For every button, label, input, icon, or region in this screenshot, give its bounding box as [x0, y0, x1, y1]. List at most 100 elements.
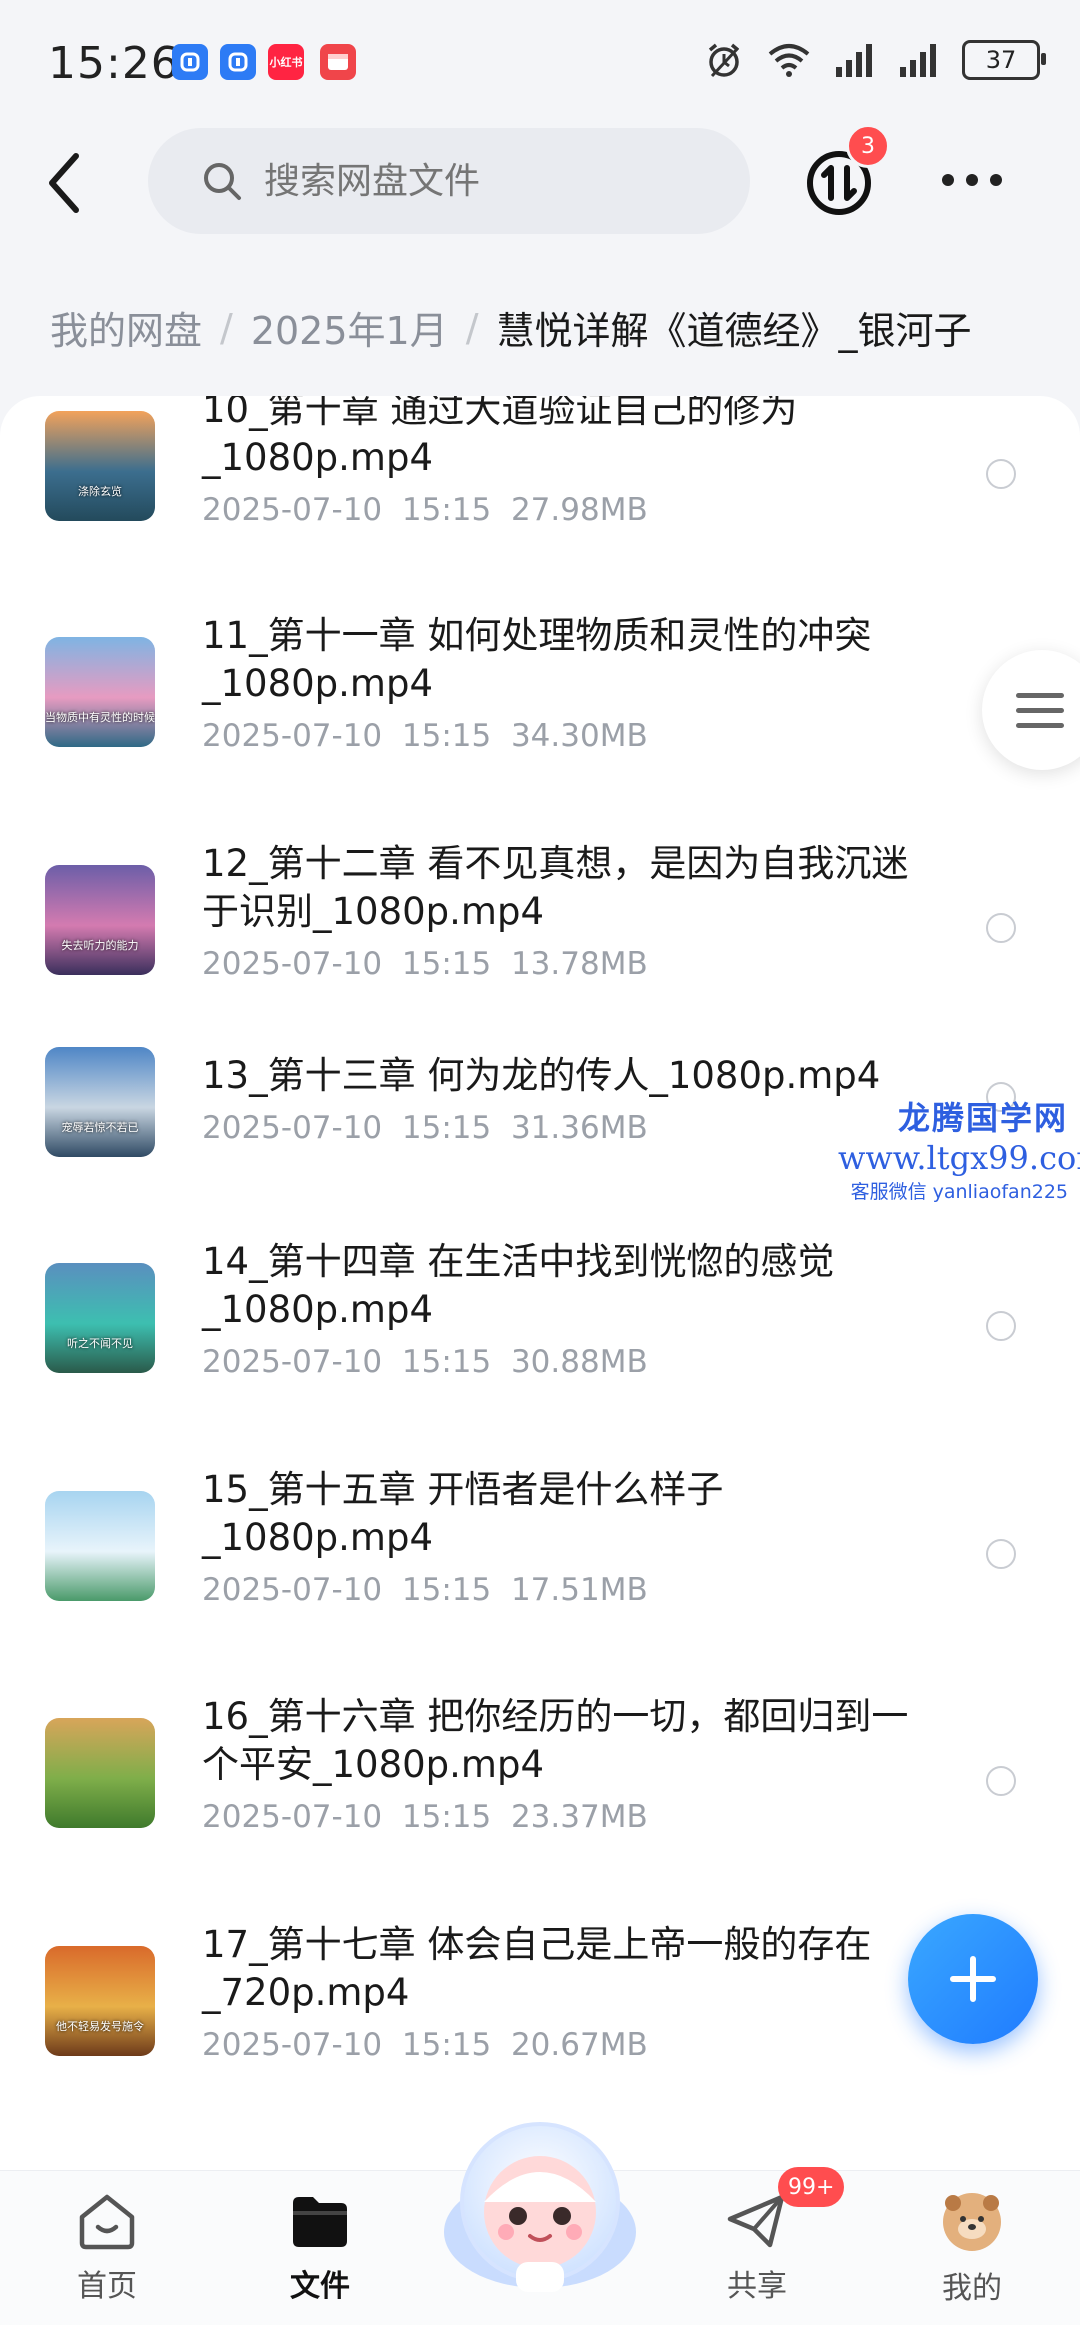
file-date: 2025-07-10: [202, 1110, 383, 1146]
file-row[interactable]: 当物质中有灵性的时候 11_第十一章 如何处理物质和灵性的冲突_1080p.mp4…: [0, 592, 1080, 820]
file-meta: 2025-07-10 15:15 23.37MB: [202, 1799, 648, 1835]
video-thumbnail: 失去听力的能力: [45, 865, 155, 975]
video-thumbnail: 他不轻易发号施令: [45, 1946, 155, 2056]
file-time: 15:15: [401, 1344, 492, 1380]
thumbnail-caption: 宠辱若惊不若已: [61, 1121, 139, 1134]
file-row[interactable]: 16_第十六章 把你经历的一切，都回归到一个平安_1080p.mp4 2025-0…: [0, 1673, 1080, 1901]
video-thumbnail: [45, 1491, 155, 1601]
video-thumbnail: 涤除玄览: [45, 411, 155, 521]
folder-icon: [293, 2197, 347, 2247]
file-time: 15:15: [401, 718, 492, 754]
file-meta: 2025-07-10 15:15 34.30MB: [202, 718, 648, 754]
file-row[interactable]: 涤除玄览 10_第十章 通过大道验证自己的修为_1080p.mp4 2025-07-…: [0, 396, 1080, 594]
select-checkbox[interactable]: [986, 1766, 1016, 1796]
file-name: 11_第十一章 如何处理物质和灵性的冲突_1080p.mp4: [202, 614, 872, 705]
file-time: 15:15: [401, 2027, 492, 2063]
thumbnail-caption: 当物质中有灵性的时候: [45, 711, 155, 724]
select-checkbox[interactable]: [986, 913, 1016, 943]
breadcrumb-separator: /: [465, 305, 479, 350]
file-date: 2025-07-10: [202, 2027, 383, 2063]
search-icon: [204, 163, 241, 200]
app-icon-blue-2: [220, 44, 256, 80]
watermark-title: 龙腾国学网: [897, 1099, 1068, 1137]
file-size: 23.37MB: [510, 1799, 648, 1835]
file-list: 涤除玄览 10_第十章 通过大道验证自己的修为_1080p.mp4 2025-07-…: [0, 396, 1080, 2176]
file-size: 30.88MB: [510, 1344, 648, 1380]
tab-mine[interactable]: 我的: [897, 2191, 1047, 2307]
file-row[interactable]: 听之不闻不见 14_第十四章 在生活中找到恍惚的感觉_1080p.mp4 2025-…: [0, 1218, 1080, 1446]
thumbnail-caption: 涤除玄览: [78, 485, 122, 498]
search-bar[interactable]: [148, 128, 750, 234]
file-meta: 2025-07-10 15:15 13.78MB: [202, 946, 648, 982]
xiaohongshu-icon: 小红书: [268, 44, 304, 80]
signal-icon-1: [836, 44, 872, 77]
file-time: 15:15: [401, 492, 492, 528]
thumbnail-caption: 失去听力的能力: [61, 939, 139, 952]
file-name: 12_第十二章 看不见真想，是因为自我沉迷于识别_1080p.mp4: [202, 842, 909, 933]
file-meta: 2025-07-10 15:15 30.88MB: [202, 1344, 648, 1380]
dot-icon: [990, 174, 1002, 186]
app-icon-blue-1: [172, 44, 208, 80]
tab-label: 我的: [942, 2271, 1002, 2306]
file-meta: 2025-07-10 15:15 31.36MB: [202, 1110, 648, 1146]
dot-icon: [942, 174, 954, 186]
file-name: 17_第十七章 体会自己是上帝一般的存在_720p.mp4: [202, 1923, 872, 2014]
more-menu-button[interactable]: [942, 174, 1002, 190]
app-icon-red: [320, 44, 356, 80]
tab-share[interactable]: 共享: [682, 2191, 832, 2305]
file-date: 2025-07-10: [202, 1344, 383, 1380]
status-right: 37: [704, 40, 1046, 80]
transfer-badge: 3: [846, 124, 890, 168]
file-name: 10_第十章 通过大道验证自己的修为_1080p.mp4: [202, 396, 798, 479]
watermark: 龙腾国学网 www.ltgx99.com 客服微信 yanliaofan225: [838, 1093, 1080, 1204]
file-meta: 2025-07-10 15:15 27.98MB: [202, 492, 648, 528]
file-size: 31.36MB: [510, 1110, 648, 1146]
file-time: 15:15: [401, 1110, 492, 1146]
file-name: 14_第十四章 在生活中找到恍惚的感觉_1080p.mp4: [202, 1240, 835, 1331]
avatar: [943, 2193, 1001, 2251]
select-checkbox[interactable]: [986, 1311, 1016, 1341]
add-button[interactable]: [908, 1914, 1038, 2044]
video-thumbnail: 听之不闻不见: [45, 1263, 155, 1373]
file-size: 34.30MB: [510, 718, 648, 754]
thumbnail-caption: 听之不闻不见: [67, 1337, 133, 1350]
file-time: 15:15: [401, 1572, 492, 1608]
search-input[interactable]: [262, 159, 686, 203]
file-date: 2025-07-10: [202, 718, 383, 754]
select-checkbox[interactable]: [986, 459, 1016, 489]
thumbnail-caption: 他不轻易发号施令: [56, 2020, 144, 2033]
file-date: 2025-07-10: [202, 1572, 383, 1608]
tab-label: 文件: [290, 2269, 350, 2304]
select-checkbox[interactable]: [986, 1539, 1016, 1569]
breadcrumb-item-month[interactable]: 2025年1月: [251, 300, 448, 355]
menu-line: [1016, 693, 1064, 698]
file-time: 15:15: [401, 946, 492, 982]
video-thumbnail: 宠辱若惊不若已: [45, 1047, 155, 1157]
breadcrumb-item-root[interactable]: 我的网盘: [50, 300, 202, 355]
watermark-contact: 客服微信 yanliaofan225: [850, 1181, 1068, 1203]
tab-label: 首页: [77, 2269, 137, 2304]
file-name: 16_第十六章 把你经历的一切，都回归到一个平安_1080p.mp4: [202, 1695, 909, 1786]
tab-home[interactable]: 首页: [32, 2191, 182, 2305]
plus-icon: [950, 1956, 996, 2002]
file-meta: 2025-07-10 15:15 20.67MB: [202, 2027, 648, 2063]
breadcrumb-current: 慧悦详解《道德经》_银河子: [496, 309, 972, 353]
paper-plane-icon: [727, 2194, 785, 2248]
video-thumbnail: 当物质中有灵性的时候: [45, 637, 155, 747]
battery-indicator: 37: [962, 40, 1046, 80]
file-date: 2025-07-10: [202, 492, 383, 528]
tab-files[interactable]: 文件: [245, 2191, 395, 2305]
back-icon[interactable]: [40, 148, 90, 218]
alarm-icon: [708, 43, 740, 78]
file-row[interactable]: 15_第十五章 开悟者是什么样子_1080p.mp4 2025-07-10 15:…: [0, 1446, 1080, 1674]
mascot-assistant-button[interactable]: [436, 2112, 644, 2292]
file-date: 2025-07-10: [202, 1799, 383, 1835]
file-meta: 2025-07-10 15:15 17.51MB: [202, 1572, 648, 1608]
home-icon: [79, 2194, 135, 2250]
menu-line: [1016, 723, 1064, 728]
watermark-url: www.ltgx99.com: [838, 1139, 1080, 1177]
file-name: 13_第十三章 何为龙的传人_1080p.mp4: [202, 1054, 881, 1097]
file-size: 20.67MB: [510, 2027, 648, 2063]
dot-icon: [966, 174, 978, 186]
menu-line: [1016, 708, 1064, 713]
